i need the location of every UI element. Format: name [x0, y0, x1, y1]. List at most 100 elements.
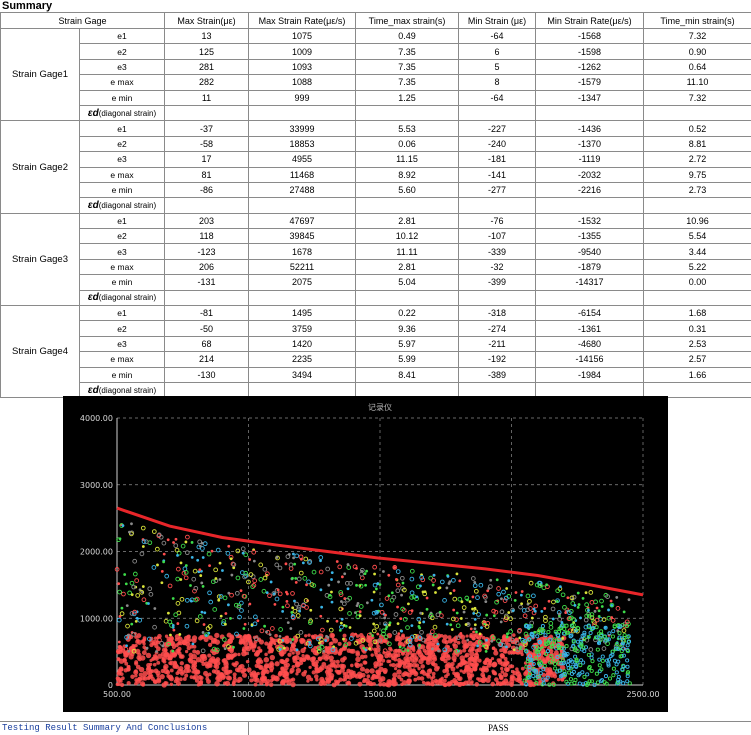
- scatter-point: [294, 577, 297, 580]
- scatter-point: [193, 664, 197, 668]
- scatter-point: [130, 674, 135, 679]
- scatter-point: [500, 610, 504, 614]
- x-tick-label: 2000.00: [495, 690, 528, 699]
- scatter-point: [364, 572, 367, 575]
- scatter-point: [285, 562, 288, 565]
- row-label-e-max: e max: [80, 75, 165, 90]
- table-row: e212510097.356-15980.90: [1, 44, 751, 59]
- scatter-point: [287, 621, 290, 624]
- scatter-point: [214, 662, 217, 665]
- scatter-point: [561, 678, 564, 681]
- scatter-point: [170, 683, 173, 686]
- scatter-point: [590, 600, 594, 604]
- scatter-point: [136, 594, 140, 598]
- table-cell: -107: [459, 229, 536, 244]
- scatter-point: [498, 681, 503, 686]
- diagonal-strain-symbol: εd: [88, 385, 99, 396]
- table-cell-empty: [536, 290, 644, 305]
- scatter-point: [420, 664, 425, 669]
- scatter-point: [445, 587, 448, 590]
- scatter-point: [119, 659, 124, 664]
- table-row: e328110937.355-12620.64: [1, 59, 751, 74]
- table-cell-empty: [644, 105, 751, 120]
- scatter-point: [208, 591, 212, 595]
- scatter-point: [460, 617, 463, 620]
- table-cell: -76: [459, 213, 536, 228]
- scatter-point: [176, 601, 180, 605]
- scatter-point: [336, 660, 340, 664]
- table-row: e max81114688.92-141-20329.75: [1, 167, 751, 182]
- scatter-point: [464, 654, 467, 657]
- scatter-point: [279, 659, 284, 664]
- scatter-point: [376, 644, 380, 648]
- scatter-point: [595, 672, 598, 675]
- scatter-point: [418, 647, 421, 650]
- table-cell: 47697: [249, 213, 356, 228]
- row-label-e3: e3: [80, 59, 165, 74]
- scatter-point: [215, 577, 218, 580]
- scatter-point: [142, 585, 145, 588]
- scatter-point: [297, 577, 301, 581]
- scatter-point: [215, 657, 220, 662]
- scatter-point: [186, 635, 190, 639]
- table-cell: -37: [165, 121, 249, 136]
- scatter-point: [585, 591, 588, 594]
- scatter-point: [192, 577, 196, 581]
- scatter-point: [462, 682, 466, 686]
- y-tick-label: 2000.00: [80, 548, 113, 557]
- scatter-point: [347, 563, 350, 566]
- scatter-point: [248, 641, 253, 646]
- scatter-point: [168, 655, 173, 660]
- scatter-point: [394, 613, 398, 617]
- table-cell: 0.00: [644, 275, 751, 290]
- scatter-point: [333, 660, 336, 663]
- table-cell: -277: [459, 182, 536, 197]
- scatter-point: [172, 624, 175, 627]
- scatter-point: [283, 671, 287, 675]
- scatter-point: [165, 574, 169, 578]
- scatter-point: [279, 648, 282, 651]
- scatter-point: [370, 599, 373, 602]
- scatter-point: [285, 666, 289, 670]
- table-cell-empty: [644, 290, 751, 305]
- scatter-point: [307, 633, 310, 636]
- scatter-point: [446, 662, 452, 668]
- table-cell: 1495: [249, 306, 356, 321]
- scatter-point: [406, 626, 410, 630]
- scatter-point: [393, 566, 396, 569]
- scatter-point: [180, 661, 184, 665]
- table-cell: 4955: [249, 152, 356, 167]
- scatter-point: [364, 661, 368, 665]
- scatter-point: [181, 544, 185, 548]
- scatter-point: [130, 623, 133, 626]
- scatter-point: [319, 570, 323, 574]
- scatter-point: [521, 667, 525, 671]
- scatter-point: [503, 663, 508, 668]
- scatter-point: [191, 556, 194, 559]
- scatter-point: [559, 585, 562, 588]
- scatter-point: [585, 603, 589, 607]
- table-cell: 282: [165, 75, 249, 90]
- table-cell-empty: [249, 105, 356, 120]
- scatter-point: [341, 575, 344, 578]
- scatter-point: [326, 655, 331, 660]
- table-row: e317495511.15-181-11192.72: [1, 152, 751, 167]
- scatter-point: [330, 578, 333, 581]
- scatter-point: [540, 644, 543, 647]
- scatter-point: [420, 630, 424, 634]
- scatter-point: [172, 597, 175, 600]
- scatter-point: [217, 599, 220, 602]
- table-cell-empty: [644, 198, 751, 213]
- scatter-point: [577, 606, 580, 609]
- scatter-point: [373, 565, 377, 569]
- scatter-point: [337, 670, 341, 674]
- table-cell: -64: [459, 29, 536, 44]
- scatter-point: [127, 634, 130, 637]
- scatter-point: [474, 607, 477, 610]
- scatter-point: [319, 677, 324, 682]
- scatter-point: [419, 612, 422, 615]
- scatter-point: [506, 636, 509, 639]
- scatter-point: [161, 570, 164, 573]
- scatter-point: [541, 625, 544, 628]
- scatter-point: [215, 676, 220, 681]
